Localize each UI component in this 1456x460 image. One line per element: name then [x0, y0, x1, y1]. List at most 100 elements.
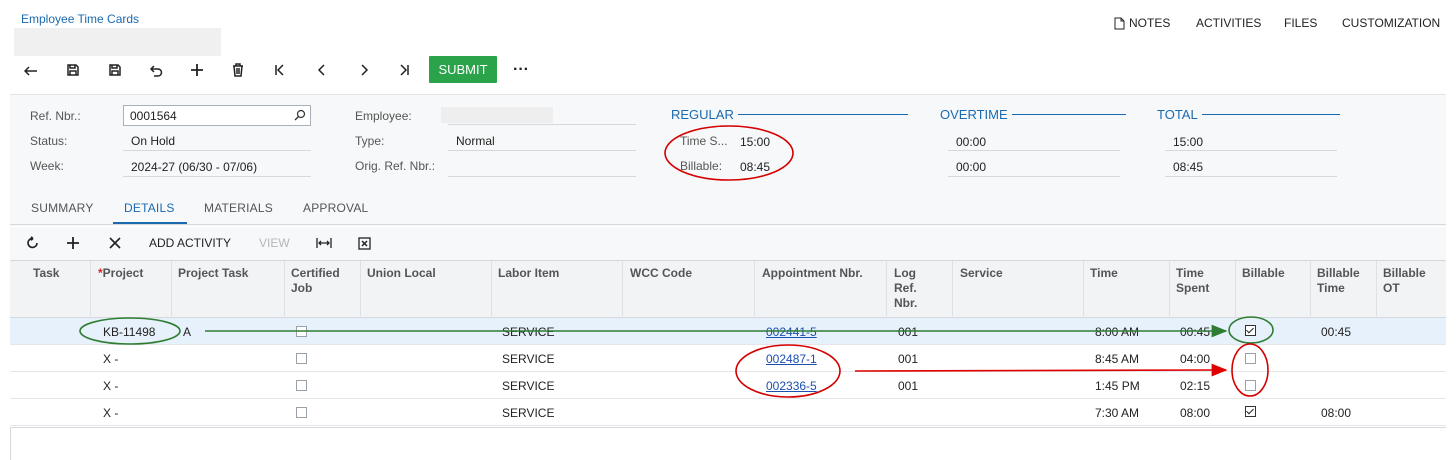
- row1-appointment-link[interactable]: 002441-5: [766, 325, 817, 339]
- row3-project[interactable]: X -: [103, 379, 118, 393]
- more-button[interactable]: ···: [510, 58, 532, 82]
- save-close-button[interactable]: [64, 58, 82, 82]
- col-appointment-nbr[interactable]: Appointment Nbr.: [762, 266, 863, 281]
- row1-project[interactable]: KB-11498: [103, 325, 155, 339]
- row4-time[interactable]: 7:30 AM: [1095, 406, 1139, 420]
- view-button[interactable]: VIEW: [259, 234, 290, 252]
- col-project[interactable]: *Project: [98, 266, 143, 281]
- col-time[interactable]: Time: [1090, 266, 1118, 281]
- col-task[interactable]: Task: [33, 266, 59, 281]
- row2-certified-checkbox[interactable]: [296, 353, 307, 364]
- customization-button[interactable]: CUSTOMIZATION: [1342, 16, 1440, 30]
- row2-time-spent[interactable]: 04:00: [1180, 352, 1210, 366]
- col-certified-job[interactable]: Certified Job: [291, 266, 340, 296]
- fit-columns-button[interactable]: [316, 234, 332, 252]
- close-icon: [109, 237, 121, 249]
- table-row[interactable]: [10, 318, 1446, 345]
- row2-time[interactable]: 8:45 AM: [1095, 352, 1139, 366]
- table-row[interactable]: [10, 372, 1446, 399]
- first-record-button[interactable]: [272, 58, 288, 82]
- row2-project[interactable]: X -: [103, 352, 118, 366]
- row3-appointment-link[interactable]: 002336-5: [766, 379, 817, 393]
- row3-certified-checkbox[interactable]: [296, 380, 307, 391]
- col-separator: [360, 261, 361, 318]
- refresh-icon: [27, 236, 38, 249]
- back-button[interactable]: [22, 58, 40, 82]
- row4-billable-checkbox[interactable]: [1245, 406, 1256, 417]
- col-separator: [1310, 261, 1311, 318]
- tab-materials[interactable]: MATERIALS: [204, 201, 273, 215]
- row3-billable-checkbox[interactable]: [1245, 380, 1256, 391]
- orig-ref-field[interactable]: [448, 157, 636, 177]
- save-button[interactable]: [106, 58, 124, 82]
- search-icon[interactable]: [294, 109, 306, 121]
- last-record-button[interactable]: [396, 58, 412, 82]
- last-icon: [400, 64, 409, 76]
- col-union-local[interactable]: Union Local: [367, 266, 436, 281]
- col-billable-time[interactable]: Billable Time: [1317, 266, 1360, 296]
- tab-details[interactable]: DETAILS: [124, 201, 175, 215]
- row4-time-spent[interactable]: 08:00: [1180, 406, 1210, 420]
- row1-project-task[interactable]: A: [183, 325, 191, 339]
- activities-button[interactable]: ACTIVITIES: [1196, 16, 1261, 30]
- add-button[interactable]: [188, 58, 206, 82]
- row1-billable-checkbox[interactable]: [1245, 325, 1256, 336]
- first-icon: [275, 64, 284, 76]
- row3-time-spent[interactable]: 02:15: [1180, 379, 1210, 393]
- col-log-ref-line1: Log: [894, 266, 916, 280]
- next-record-button[interactable]: [356, 58, 372, 82]
- row1-log-ref[interactable]: 001: [898, 325, 918, 339]
- add-row-button[interactable]: [66, 234, 80, 252]
- employee-field[interactable]: [448, 105, 636, 125]
- row4-labor-item[interactable]: SERVICE: [502, 406, 554, 420]
- refresh-button[interactable]: [26, 234, 40, 252]
- col-project-task[interactable]: Project Task: [178, 266, 248, 281]
- table-row[interactable]: [10, 345, 1446, 372]
- col-separator: [1235, 261, 1236, 318]
- row4-billable-time[interactable]: 08:00: [1321, 406, 1351, 420]
- files-button[interactable]: FILES: [1284, 16, 1317, 30]
- col-log-ref-line3: Nbr.: [894, 296, 918, 310]
- row2-appointment-link[interactable]: 002487-1: [766, 352, 817, 366]
- col-billable[interactable]: Billable: [1242, 266, 1285, 281]
- row3-labor-item[interactable]: SERVICE: [502, 379, 554, 393]
- row2-log-ref[interactable]: 001: [898, 352, 918, 366]
- row2-billable-checkbox[interactable]: [1245, 353, 1256, 364]
- row1-certified-checkbox[interactable]: [296, 326, 307, 337]
- row1-time[interactable]: 8:00 AM: [1095, 325, 1139, 339]
- col-time-spent[interactable]: Time Spent: [1176, 266, 1209, 296]
- col-separator: [1169, 261, 1170, 318]
- prev-record-button[interactable]: [314, 58, 330, 82]
- row1-labor-item[interactable]: SERVICE: [502, 325, 554, 339]
- delete-row-button[interactable]: [109, 234, 121, 252]
- row3-time[interactable]: 1:45 PM: [1095, 379, 1140, 393]
- row4-certified-checkbox[interactable]: [296, 407, 307, 418]
- col-log-ref-nbr[interactable]: Log Ref. Nbr.: [894, 266, 917, 311]
- row3-log-ref[interactable]: 001: [898, 379, 918, 393]
- col-service[interactable]: Service: [960, 266, 1003, 281]
- tab-approval[interactable]: APPROVAL: [303, 201, 368, 215]
- prev-icon: [317, 64, 325, 76]
- notes-button[interactable]: NOTES: [1114, 16, 1170, 30]
- submit-button[interactable]: SUBMIT: [429, 56, 497, 83]
- col-separator: [491, 261, 492, 318]
- col-separator: [90, 261, 91, 318]
- row4-project[interactable]: X -: [103, 406, 118, 420]
- next-icon: [361, 64, 369, 76]
- overtime-billable: 00:00: [956, 160, 987, 174]
- tab-summary[interactable]: SUMMARY: [31, 201, 94, 215]
- col-labor-item[interactable]: Labor Item: [498, 266, 559, 281]
- files-label: FILES: [1284, 16, 1318, 30]
- col-billable-ot[interactable]: Billable OT: [1383, 266, 1426, 296]
- row1-time-spent[interactable]: 00:45: [1180, 325, 1210, 339]
- row1-billable-time[interactable]: 00:45: [1321, 325, 1351, 339]
- ref-nbr-input[interactable]: 0001564: [123, 105, 311, 126]
- table-row[interactable]: [10, 399, 1446, 426]
- export-excel-button[interactable]: [358, 234, 371, 252]
- add-activity-button[interactable]: ADD ACTIVITY: [149, 234, 231, 252]
- col-wcc-code[interactable]: WCC Code: [630, 266, 692, 281]
- regular-time-spent-label: Time S...: [680, 134, 728, 148]
- delete-button[interactable]: [230, 58, 246, 82]
- row2-labor-item[interactable]: SERVICE: [502, 352, 554, 366]
- undo-button[interactable]: [146, 58, 164, 82]
